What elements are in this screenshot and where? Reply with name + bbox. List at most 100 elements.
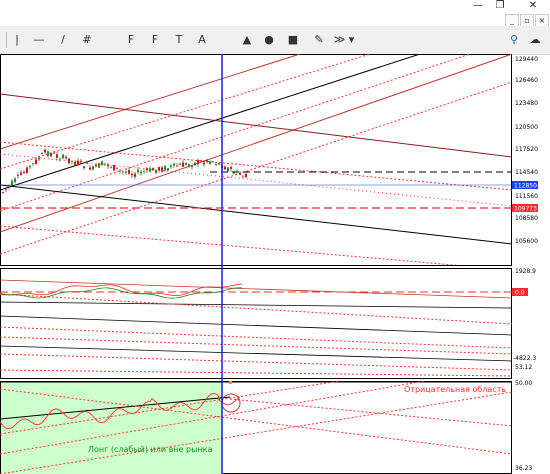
- candle-body: [68, 158, 70, 164]
- candle-body: [125, 171, 127, 173]
- ellipse-tool[interactable]: ●: [262, 31, 276, 49]
- candle-body: [176, 165, 178, 167]
- candle-body: [137, 169, 139, 173]
- toolbar-separator: [6, 32, 7, 48]
- drawing-toolbar: | — / # F F T A ▲ ● ■ ✎ ≫ ▾ ⚲ ☁: [0, 26, 550, 55]
- price-tick: 129440: [515, 56, 538, 63]
- candle-body: [53, 152, 55, 154]
- chart-area[interactable]: 129440 126460 123480 120500 117520 11454…: [0, 54, 550, 474]
- more-tools-dropdown[interactable]: ≫ ▾: [333, 31, 355, 49]
- candle-body: [5, 188, 7, 190]
- price-tick: 105600: [515, 238, 538, 245]
- level-price-label: 109773: [514, 206, 537, 213]
- candle-body: [188, 164, 190, 166]
- osc-channel-dotted: [0, 326, 512, 349]
- price-tick: 120500: [515, 124, 538, 131]
- osc-channel-dotted: [0, 293, 512, 325]
- candle-body: [146, 168, 148, 171]
- candle-body: [116, 167, 118, 169]
- candle-body: [128, 170, 130, 174]
- osc-channel-line: [0, 345, 512, 362]
- main-pane-frame: [0, 54, 512, 266]
- candle-body: [164, 165, 166, 171]
- oscillator-axis: 1928.9 0.0 -4822.3: [512, 268, 536, 362]
- candle-body: [155, 169, 157, 173]
- candle-body: [107, 164, 109, 167]
- vertical-line-tool[interactable]: |: [10, 31, 24, 49]
- candle-body: [62, 154, 64, 159]
- falling-channel-line: [0, 184, 512, 245]
- candle-body: [227, 167, 229, 172]
- chat-icon[interactable]: ☁: [528, 31, 542, 49]
- falling-channel-dotted: [0, 153, 512, 207]
- falling-channel-dotted: [0, 141, 512, 191]
- candle-body: [200, 160, 202, 162]
- candle-body: [98, 163, 100, 168]
- candle-body: [74, 161, 76, 165]
- rising-channel-dotted: [0, 54, 471, 212]
- rising-channel-dotted: [0, 81, 512, 255]
- candle-body: [110, 166, 112, 168]
- candle-body: [167, 168, 169, 171]
- close-button[interactable]: ✕: [522, 0, 544, 13]
- falling-channel-line: [0, 93, 512, 158]
- osc-axis-top: 1928.9: [515, 268, 536, 275]
- highlight-circle: [221, 393, 241, 413]
- candle-body: [14, 178, 16, 183]
- candle-body: [161, 167, 163, 172]
- price-tick: 111560: [515, 193, 538, 200]
- candle-body: [59, 159, 61, 161]
- candle-body: [209, 161, 211, 164]
- trendline-tool[interactable]: /: [56, 31, 70, 49]
- candle-body: [185, 163, 187, 165]
- candle-body: [143, 171, 145, 173]
- candle-body: [29, 165, 31, 168]
- rising-channel-dotted: [0, 54, 371, 170]
- osc-channel-dotted: [0, 336, 512, 355]
- candle-body: [95, 164, 97, 167]
- horizontal-line-tool[interactable]: —: [32, 31, 46, 49]
- text-label-tool[interactable]: A: [195, 31, 209, 49]
- osc-zero-label: 0.0: [515, 290, 525, 297]
- candle-body: [179, 163, 181, 166]
- text-tool[interactable]: T: [172, 31, 186, 49]
- title-bar: — ❐ ✕: [0, 0, 550, 13]
- candle-body: [182, 162, 184, 167]
- candle-body: [38, 157, 40, 160]
- candle-body: [80, 160, 82, 162]
- rectangle-tool[interactable]: ■: [286, 31, 300, 49]
- candle-body: [215, 164, 217, 166]
- rising-channel-midline: [0, 54, 421, 191]
- restore-button[interactable]: ❐: [489, 0, 511, 13]
- candle-body: [41, 153, 43, 154]
- search-icon[interactable]: ⚲: [507, 31, 521, 49]
- candle-body: [230, 166, 232, 169]
- candle-body: [47, 151, 49, 156]
- candle-body: [134, 173, 136, 177]
- rising-channel-line: [0, 54, 301, 150]
- candle-body: [236, 170, 238, 173]
- candle-body: [71, 160, 73, 162]
- fibo-fan-tool[interactable]: F: [148, 31, 162, 49]
- rsi-dotted-line: [229, 398, 512, 427]
- pencil-tool[interactable]: ✎: [312, 31, 326, 49]
- fibo-retracement-tool[interactable]: F: [124, 31, 138, 49]
- equidistant-channel-tool[interactable]: #: [80, 31, 94, 49]
- candle-body: [56, 154, 58, 158]
- triangle-tool[interactable]: ▲: [240, 31, 254, 49]
- minimize-button[interactable]: —: [467, 0, 489, 13]
- candle-body: [50, 153, 52, 157]
- current-price-label: 112850: [514, 183, 537, 190]
- candle-body: [191, 166, 193, 168]
- price-tick: 114540: [515, 169, 538, 176]
- candle-body: [242, 176, 244, 178]
- candle-body: [86, 163, 88, 165]
- candle-body: [206, 159, 208, 162]
- candle-body: [77, 160, 79, 166]
- osc-channel-line: [0, 301, 512, 309]
- candle-body: [11, 180, 13, 185]
- candle-body: [119, 170, 121, 172]
- candle-body: [245, 174, 247, 178]
- candle-body: [104, 163, 106, 165]
- candle-body: [17, 174, 19, 176]
